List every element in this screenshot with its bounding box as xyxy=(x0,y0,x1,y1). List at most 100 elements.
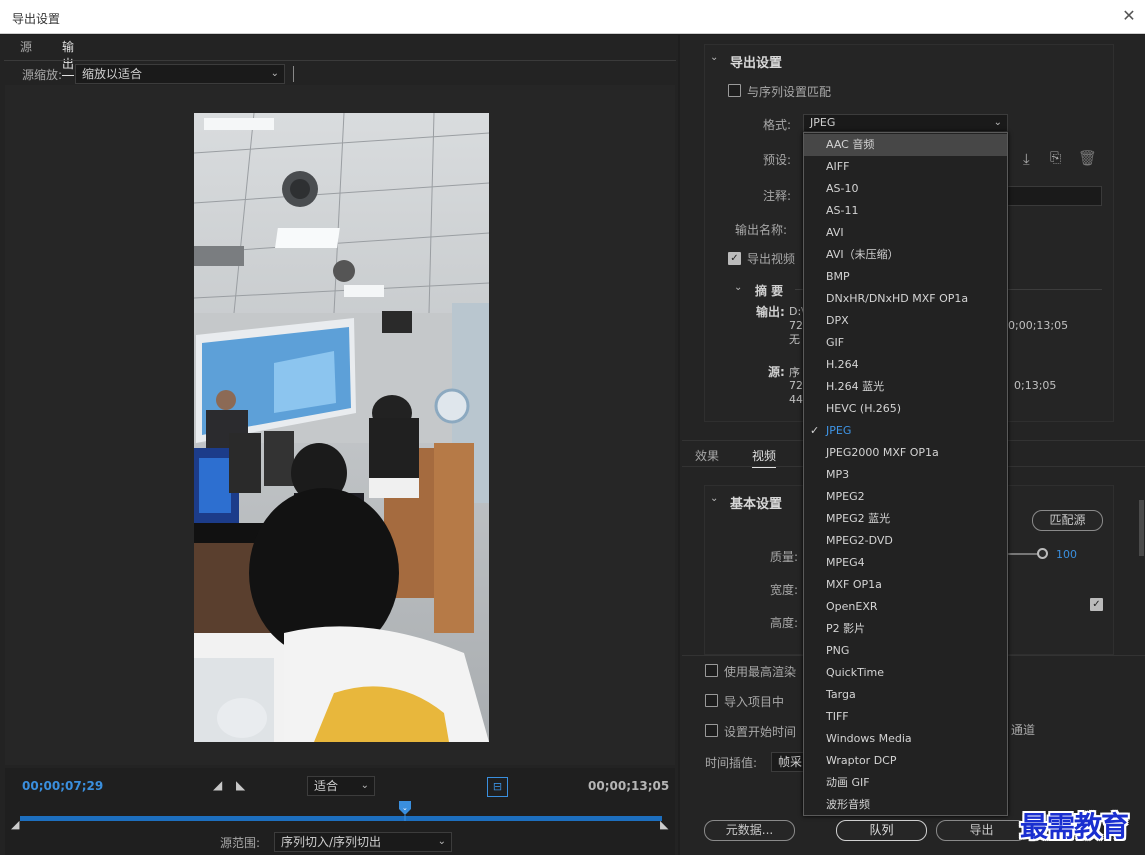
out-point-handle[interactable]: ◣ xyxy=(660,818,668,831)
tab-output[interactable]: 输出 xyxy=(62,38,75,76)
output-name-label: 输出名称: xyxy=(735,223,788,237)
format-option[interactable]: MPEG2-DVD xyxy=(804,530,1007,552)
format-select[interactable]: JPEG ⌄ xyxy=(803,114,1008,132)
format-option-label: MXF OP1a xyxy=(826,578,882,591)
format-option-label: 动画 GIF xyxy=(826,776,870,789)
format-option[interactable]: MP3 xyxy=(804,464,1007,486)
format-option-label: OpenEXR xyxy=(826,600,878,613)
format-option[interactable]: Windows Media xyxy=(804,728,1007,750)
quality-slider-handle[interactable] xyxy=(1037,548,1048,559)
format-option[interactable]: H.264 蓝光 xyxy=(804,376,1007,398)
format-option-label: Wraptor DCP xyxy=(826,754,897,767)
max-render-checkbox[interactable] xyxy=(705,664,718,677)
format-option[interactable]: GIF xyxy=(804,332,1007,354)
window-title: 导出设置 xyxy=(12,12,61,26)
match-sequence-label: 与序列设置匹配 xyxy=(747,85,832,99)
format-option-label: MPEG2-DVD xyxy=(826,534,893,547)
tab-video[interactable]: 视频 xyxy=(752,447,777,468)
fit-select[interactable]: 适合 ⌄ xyxy=(307,776,375,796)
summary-chevron-icon[interactable]: ⌄ xyxy=(734,282,742,293)
format-option[interactable]: Wraptor DCP xyxy=(804,750,1007,772)
format-option-label: TIFF xyxy=(826,710,849,723)
format-option[interactable]: JPEG2000 MXF OP1a xyxy=(804,442,1007,464)
format-option[interactable]: H.264 xyxy=(804,354,1007,376)
set-start-time-checkbox[interactable] xyxy=(705,724,718,737)
format-option[interactable]: BMP xyxy=(804,266,1007,288)
queue-button[interactable]: 队列 xyxy=(836,820,927,841)
delete-preset-icon[interactable]: 🗑 xyxy=(1078,149,1097,167)
comment-input[interactable] xyxy=(1005,186,1102,206)
match-sequence-checkbox[interactable] xyxy=(728,84,741,97)
watermark: 最需教育 xyxy=(1020,810,1129,843)
format-option[interactable]: MPEG2 xyxy=(804,486,1007,508)
source-zoom-select[interactable]: 缩放以适合 ⌄ xyxy=(75,64,285,84)
source-range-select[interactable]: 序列切入/序列切出 ⌄ xyxy=(274,832,452,852)
comment-label: 注释: xyxy=(763,189,792,203)
format-option[interactable]: QuickTime xyxy=(804,662,1007,684)
import-project-checkbox[interactable] xyxy=(705,694,718,707)
tab-effects[interactable]: 效果 xyxy=(695,447,719,464)
save-preset-icon[interactable]: ⤓ xyxy=(1023,150,1030,168)
match-source-button[interactable]: 匹配源 xyxy=(1032,510,1103,531)
width-label: 宽度: xyxy=(770,583,799,597)
format-option-label: AIFF xyxy=(826,160,850,173)
tab-source[interactable]: 源 xyxy=(20,38,32,55)
export-video-label: 导出视频 xyxy=(747,252,796,266)
mark-out-icon[interactable]: ◣ xyxy=(236,778,245,792)
collapse-chevron-icon[interactable]: ⌄ xyxy=(710,52,718,63)
format-option[interactable]: Targa xyxy=(804,684,1007,706)
summary-output-label: 输出: xyxy=(756,305,785,319)
import-preset-icon[interactable]: ⎘ xyxy=(1050,150,1061,166)
aspect-correction-icon[interactable]: ⊟ xyxy=(487,777,508,797)
format-option[interactable]: AIFF xyxy=(804,156,1007,178)
format-option-label: MPEG2 xyxy=(826,490,865,503)
chevron-down-icon: ⌄ xyxy=(360,780,369,791)
format-option[interactable]: MPEG4 xyxy=(804,552,1007,574)
format-label: 格式: xyxy=(763,118,792,132)
format-option[interactable]: MXF OP1a xyxy=(804,574,1007,596)
close-icon[interactable]: ✕ xyxy=(1119,6,1139,26)
format-option-label: AS-11 xyxy=(826,204,859,217)
format-option[interactable]: 波形音频 xyxy=(804,794,1007,816)
time-interpolation-label: 时间插值: xyxy=(705,756,758,770)
format-option[interactable]: ✓ JPEG xyxy=(804,420,1007,442)
format-option[interactable]: AS-10 xyxy=(804,178,1007,200)
format-option[interactable]: AS-11 xyxy=(804,200,1007,222)
scrollbar[interactable] xyxy=(1139,500,1144,556)
in-point-handle[interactable]: ◢ xyxy=(11,818,19,831)
summary-source-timecode: 0;13;05 xyxy=(1014,379,1057,392)
format-option-label: H.264 蓝光 xyxy=(826,380,885,393)
playhead[interactable]: ⌄ xyxy=(399,801,412,821)
format-option[interactable]: PNG xyxy=(804,640,1007,662)
format-option-label: MP3 xyxy=(826,468,850,481)
export-button[interactable]: 导出 xyxy=(936,820,1027,841)
format-option[interactable]: AVI（未压缩） xyxy=(804,244,1007,266)
format-option[interactable]: AVI xyxy=(804,222,1007,244)
quality-value[interactable]: 100 xyxy=(1056,548,1077,561)
format-option[interactable]: P2 影片 xyxy=(804,618,1007,640)
fit-value: 适合 xyxy=(314,779,339,793)
chevron-down-icon: ⌄ xyxy=(270,68,279,79)
format-option[interactable]: HEVC (H.265) xyxy=(804,398,1007,420)
mark-in-icon[interactable]: ◢ xyxy=(213,778,222,792)
cursor-line xyxy=(293,66,294,82)
collapse-chevron-icon[interactable]: ⌄ xyxy=(710,493,718,504)
format-option[interactable]: DNxHR/DNxHD MXF OP1a xyxy=(804,288,1007,310)
link-dimensions-checkbox[interactable]: ✓ xyxy=(1090,598,1103,611)
format-option-label: Windows Media xyxy=(826,732,912,745)
format-value: JPEG xyxy=(810,116,836,129)
format-option-label: DNxHR/DNxHD MXF OP1a xyxy=(826,292,969,305)
export-video-checkbox[interactable]: ✓ xyxy=(728,252,741,265)
format-option[interactable]: AAC 音频 xyxy=(804,134,1007,156)
quality-label: 质量: xyxy=(770,550,799,564)
current-timecode[interactable]: 00;00;07;29 xyxy=(22,779,103,793)
format-option[interactable]: MPEG2 蓝光 xyxy=(804,508,1007,530)
timeline-track[interactable] xyxy=(20,816,662,821)
classroom-photo xyxy=(194,113,489,742)
format-option[interactable]: OpenEXR xyxy=(804,596,1007,618)
format-option-label: AVI（未压缩） xyxy=(826,248,899,261)
format-option[interactable]: TIFF xyxy=(804,706,1007,728)
metadata-button[interactable]: 元数据... xyxy=(704,820,795,841)
format-option[interactable]: DPX xyxy=(804,310,1007,332)
format-option[interactable]: 动画 GIF xyxy=(804,772,1007,794)
